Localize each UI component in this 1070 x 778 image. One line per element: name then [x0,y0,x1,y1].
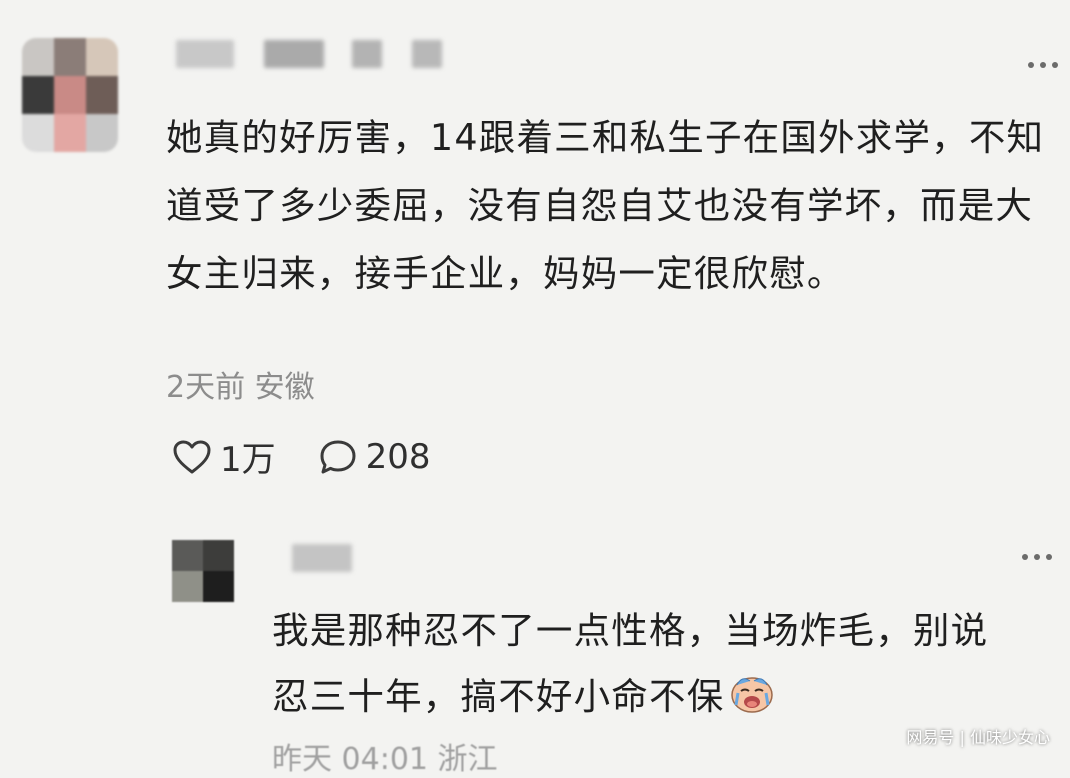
username-redacted [412,40,442,68]
reply-more-options-icon[interactable] [1022,554,1052,560]
reply-text-line: 忍三十年，搞不好小命不保 [272,664,1062,730]
reply-button[interactable]: 208 [318,437,431,477]
reply-username-redacted[interactable] [292,544,352,572]
like-count: 1万 [220,440,276,480]
watermark: 网易号 | 仙味少女心 [906,728,1050,747]
reply-text: 我是那种忍不了一点性格，当场炸毛，别说 忍三十年，搞不好小命不保 [272,598,1062,730]
heart-outline-icon [173,440,211,473]
username-redacted [352,40,382,68]
username-redacted [264,40,324,68]
reply-text-line-content: 忍三十年，搞不好小命不保 [272,675,725,718]
comment-meta: 2天前 安徽 [166,370,315,405]
username-redacted[interactable] [176,40,234,68]
speech-bubble-icon [320,440,356,473]
reply-text-line: 我是那种忍不了一点性格，当场炸毛，别说 [272,609,989,652]
like-button[interactable]: 1万 [172,432,276,481]
crying-face-emoji-icon [731,677,774,713]
comment-text: 她真的好厉害，14跟着三和私生子在国外求学，不知道受了多少委屈，没有自怨自艾也没… [166,116,1045,295]
comment-actions: 1万 208 [172,432,473,481]
reply-meta: 昨天 04:01 浙江 [272,742,498,777]
reply-user-avatar[interactable] [172,540,234,602]
reply-count: 208 [365,436,431,477]
user-avatar[interactable] [22,38,118,152]
more-options-icon[interactable] [1028,62,1058,68]
